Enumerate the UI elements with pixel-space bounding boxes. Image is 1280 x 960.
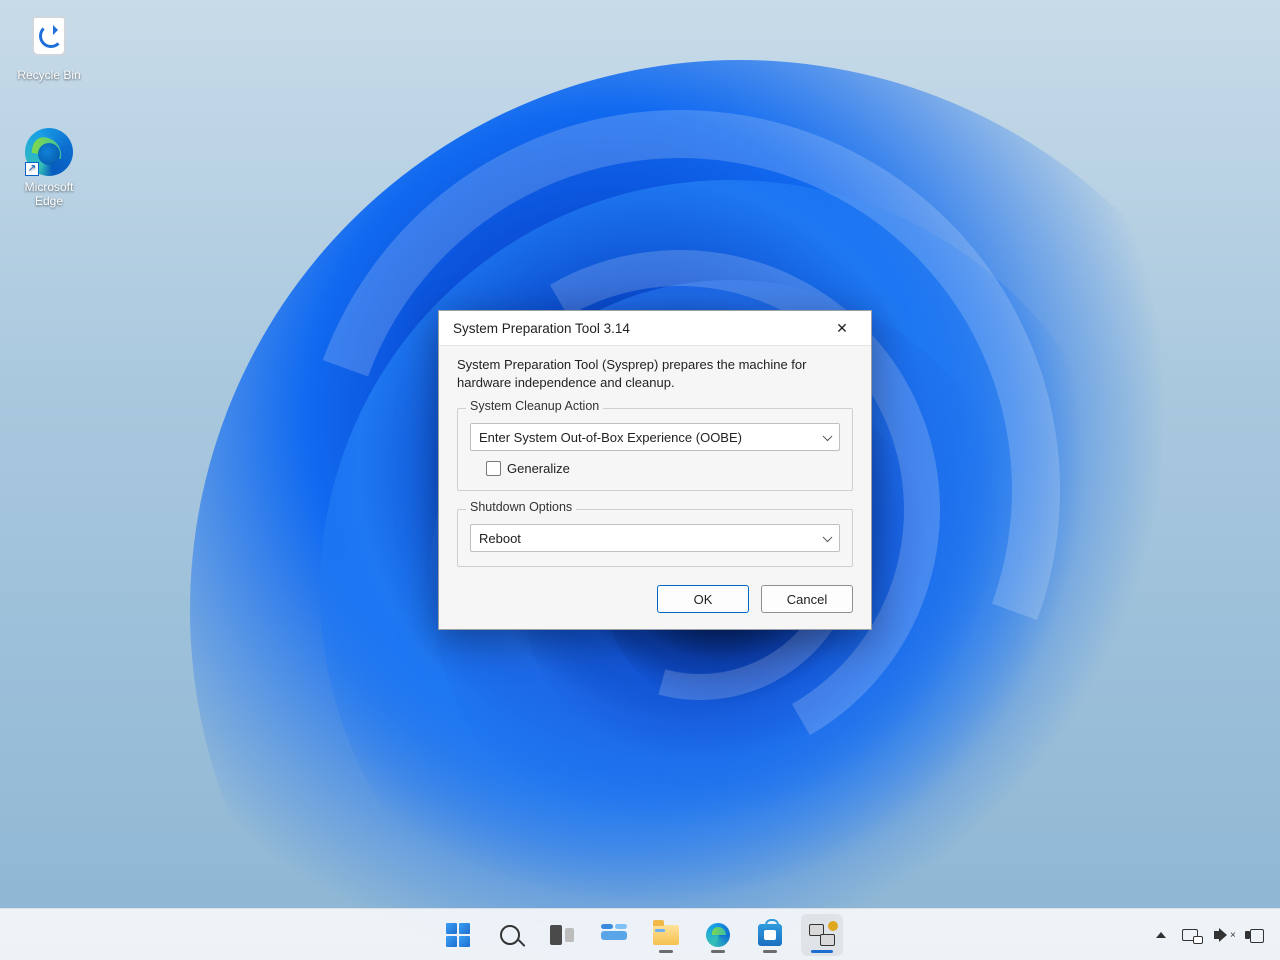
show-hidden-icons-button[interactable] [1156,932,1166,938]
network-tray-button[interactable] [1180,927,1200,943]
dialog-body: System Preparation Tool (Sysprep) prepar… [439,345,871,629]
edge-icon: ↗ [25,128,73,176]
sysprep-icon [809,924,835,946]
taskbar-widgets-button[interactable] [593,914,635,956]
taskbar-search-button[interactable] [489,914,531,956]
widgets-icon [601,924,627,946]
desktop-icon-recycle-bin[interactable]: Recycle Bin [10,12,88,82]
power-icon [1248,928,1264,942]
generalize-label: Generalize [507,461,570,476]
volume-tray-button[interactable]: × [1214,927,1234,943]
close-icon: ✕ [836,320,848,337]
desktop-icon-label: Microsoft Edge [10,180,88,208]
select-value: Reboot [479,531,521,546]
cleanup-action-select[interactable]: Enter System Out-of-Box Experience (OOBE… [470,423,840,451]
recycle-bin-icon [25,16,73,64]
select-value: Enter System Out-of-Box Experience (OOBE… [479,430,742,445]
taskbar-edge-button[interactable] [697,914,739,956]
desktop-icon-label: Recycle Bin [10,68,88,82]
shutdown-options-select[interactable]: Reboot [470,524,840,552]
generalize-row[interactable]: Generalize [486,461,840,476]
taskbar-file-explorer-button[interactable] [645,914,687,956]
search-icon [500,925,520,945]
taskbar-center [437,914,843,956]
taskbar-task-view-button[interactable] [541,914,583,956]
group-legend: Shutdown Options [466,500,576,514]
cancel-button[interactable]: Cancel [761,585,853,613]
network-icon [1180,927,1200,943]
chevron-down-icon [823,431,833,441]
sysprep-dialog: System Preparation Tool 3.14 ✕ System Pr… [438,310,872,630]
file-explorer-icon [653,925,679,945]
dialog-title: System Preparation Tool 3.14 [453,321,630,336]
chevron-down-icon [823,532,833,542]
generalize-checkbox[interactable] [486,461,501,476]
system-tray: × [1156,909,1274,960]
group-system-cleanup-action: System Cleanup Action Enter System Out-o… [457,408,853,491]
dialog-button-row: OK Cancel [457,585,853,613]
power-tray-button[interactable] [1248,928,1264,942]
desktop-icon-microsoft-edge[interactable]: ↗ Microsoft Edge [10,128,88,208]
edge-icon [706,923,730,947]
task-view-icon [550,925,574,945]
group-legend: System Cleanup Action [466,399,603,413]
dialog-titlebar[interactable]: System Preparation Tool 3.14 ✕ [439,311,871,345]
close-button[interactable]: ✕ [821,313,863,343]
microsoft-store-icon [758,924,782,946]
taskbar: × [0,908,1280,960]
shortcut-arrow-icon: ↗ [25,162,39,176]
ok-button[interactable]: OK [657,585,749,613]
taskbar-start-button[interactable] [437,914,479,956]
dialog-description: System Preparation Tool (Sysprep) prepar… [457,356,853,392]
volume-muted-icon: × [1230,930,1236,941]
chevron-up-icon [1156,932,1166,938]
group-shutdown-options: Shutdown Options Reboot [457,509,853,567]
taskbar-store-button[interactable] [749,914,791,956]
taskbar-sysprep-button[interactable] [801,914,843,956]
windows-start-icon [446,923,470,947]
